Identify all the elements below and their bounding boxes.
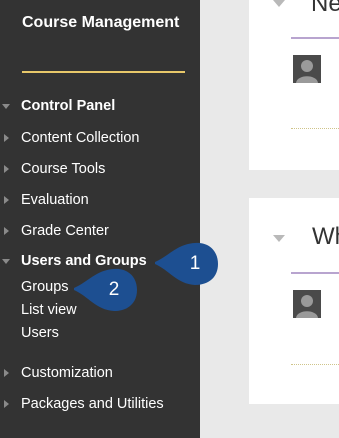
panel-title: Wh — [312, 223, 339, 250]
callout-badge-2: 2 — [74, 268, 138, 312]
collapse-triangle-icon[interactable] — [273, 235, 285, 242]
sidebar-item-evaluation[interactable]: Evaluation — [0, 188, 200, 212]
content-panel-2: Wh — [249, 198, 339, 404]
callout-badge-1: 1 — [155, 242, 219, 286]
user-avatar-icon — [293, 290, 321, 318]
chevron-right-icon — [4, 196, 9, 204]
sidebar-divider — [22, 71, 185, 73]
sidebar-item-customization[interactable]: Customization — [0, 361, 200, 385]
chevron-right-icon — [4, 369, 9, 377]
sidebar-item-grade-center[interactable]: Grade Center — [0, 219, 200, 243]
content-panel-1: Ne — [249, 0, 339, 170]
user-avatar-icon — [293, 55, 321, 83]
chevron-right-icon — [4, 227, 9, 235]
panel-title-underline — [291, 272, 339, 274]
panel-separator — [291, 128, 339, 129]
panel-title-underline — [291, 37, 339, 39]
course-management-sidebar: Course Management Control Panel Content … — [0, 0, 200, 438]
collapse-triangle-icon[interactable] — [273, 0, 285, 7]
chevron-right-icon — [4, 134, 9, 142]
callout-number: 1 — [189, 253, 201, 274]
chevron-right-icon — [4, 400, 9, 408]
chevron-down-icon — [2, 259, 10, 264]
panel-title: Ne — [311, 0, 339, 17]
sidebar-item-course-tools[interactable]: Course Tools — [0, 157, 200, 181]
sidebar-item-packages-and-utilities[interactable]: Packages and Utilities — [0, 392, 200, 416]
sidebar-title: Course Management — [22, 14, 180, 31]
callout-number: 2 — [108, 279, 120, 300]
sidebar-item-control-panel[interactable]: Control Panel — [0, 94, 200, 118]
sidebar-subitem-users[interactable]: Users — [0, 322, 200, 344]
chevron-down-icon — [2, 104, 10, 109]
chevron-right-icon — [4, 165, 9, 173]
panel-separator — [291, 364, 339, 365]
sidebar-item-content-collection[interactable]: Content Collection — [0, 126, 200, 150]
